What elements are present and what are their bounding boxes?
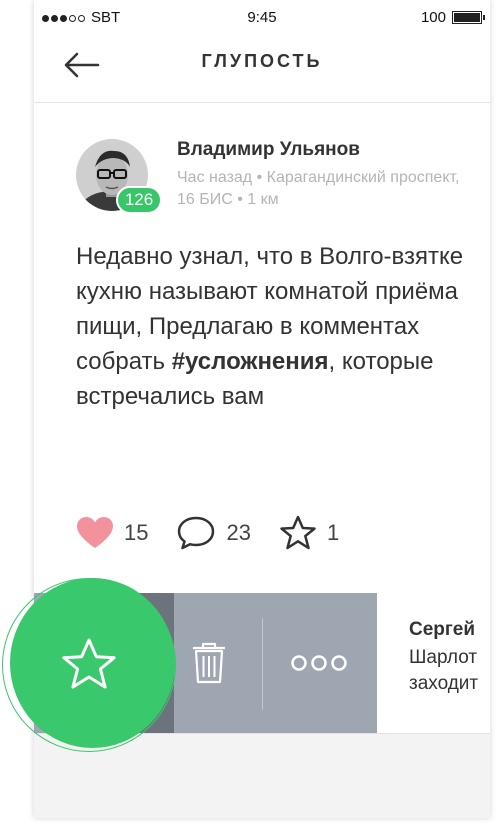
action-divider: [262, 618, 263, 710]
post-card: 126 Владимир Ульянов Час назад • Караган…: [34, 103, 490, 593]
page-title: ГЛУПОСТЬ: [201, 51, 323, 71]
next-post-text: Шарлот заходит: [409, 645, 478, 697]
battery-percent: 100: [420, 9, 446, 26]
karma-badge: 126: [116, 186, 162, 214]
favorite-button[interactable]: 1: [279, 515, 339, 551]
battery-icon: [452, 11, 485, 24]
next-post-line-2: заходит: [409, 673, 479, 694]
favorite-count: 1: [326, 520, 340, 545]
delete-button[interactable]: [184, 633, 234, 693]
hashtag-link[interactable]: #усложнения: [172, 348, 329, 375]
trash-icon: [193, 642, 225, 684]
comment-button[interactable]: 23: [176, 515, 251, 551]
post-meta: Час назад • Карагандинский проспект, 16 …: [177, 169, 460, 208]
post-text: Недавно узнал, что в Волго-взятке кухню …: [76, 239, 476, 414]
battery-status: 100: [420, 9, 485, 26]
speech-bubble-icon: [178, 516, 215, 550]
next-post-author: Сергей: [409, 619, 476, 640]
star-outline-icon: [280, 515, 316, 550]
next-post-line-1: Шарлот: [409, 647, 478, 668]
like-button[interactable]: 15: [76, 516, 148, 550]
author-name[interactable]: Владимир Ульянов: [177, 139, 360, 161]
like-count: 15: [124, 520, 149, 545]
post-actions: 15 23 1: [76, 513, 367, 553]
heart-icon: [77, 517, 113, 548]
status-bar: SBT 9:45 100: [34, 0, 490, 36]
more-dots-icon: [291, 655, 347, 671]
more-button[interactable]: [284, 648, 354, 678]
comment-count: 23: [226, 520, 251, 545]
star-icon: [62, 638, 116, 689]
next-post-preview[interactable]: Сергей Шарлот заходит: [377, 593, 490, 733]
nav-bar: ГЛУПОСТЬ: [34, 36, 490, 103]
